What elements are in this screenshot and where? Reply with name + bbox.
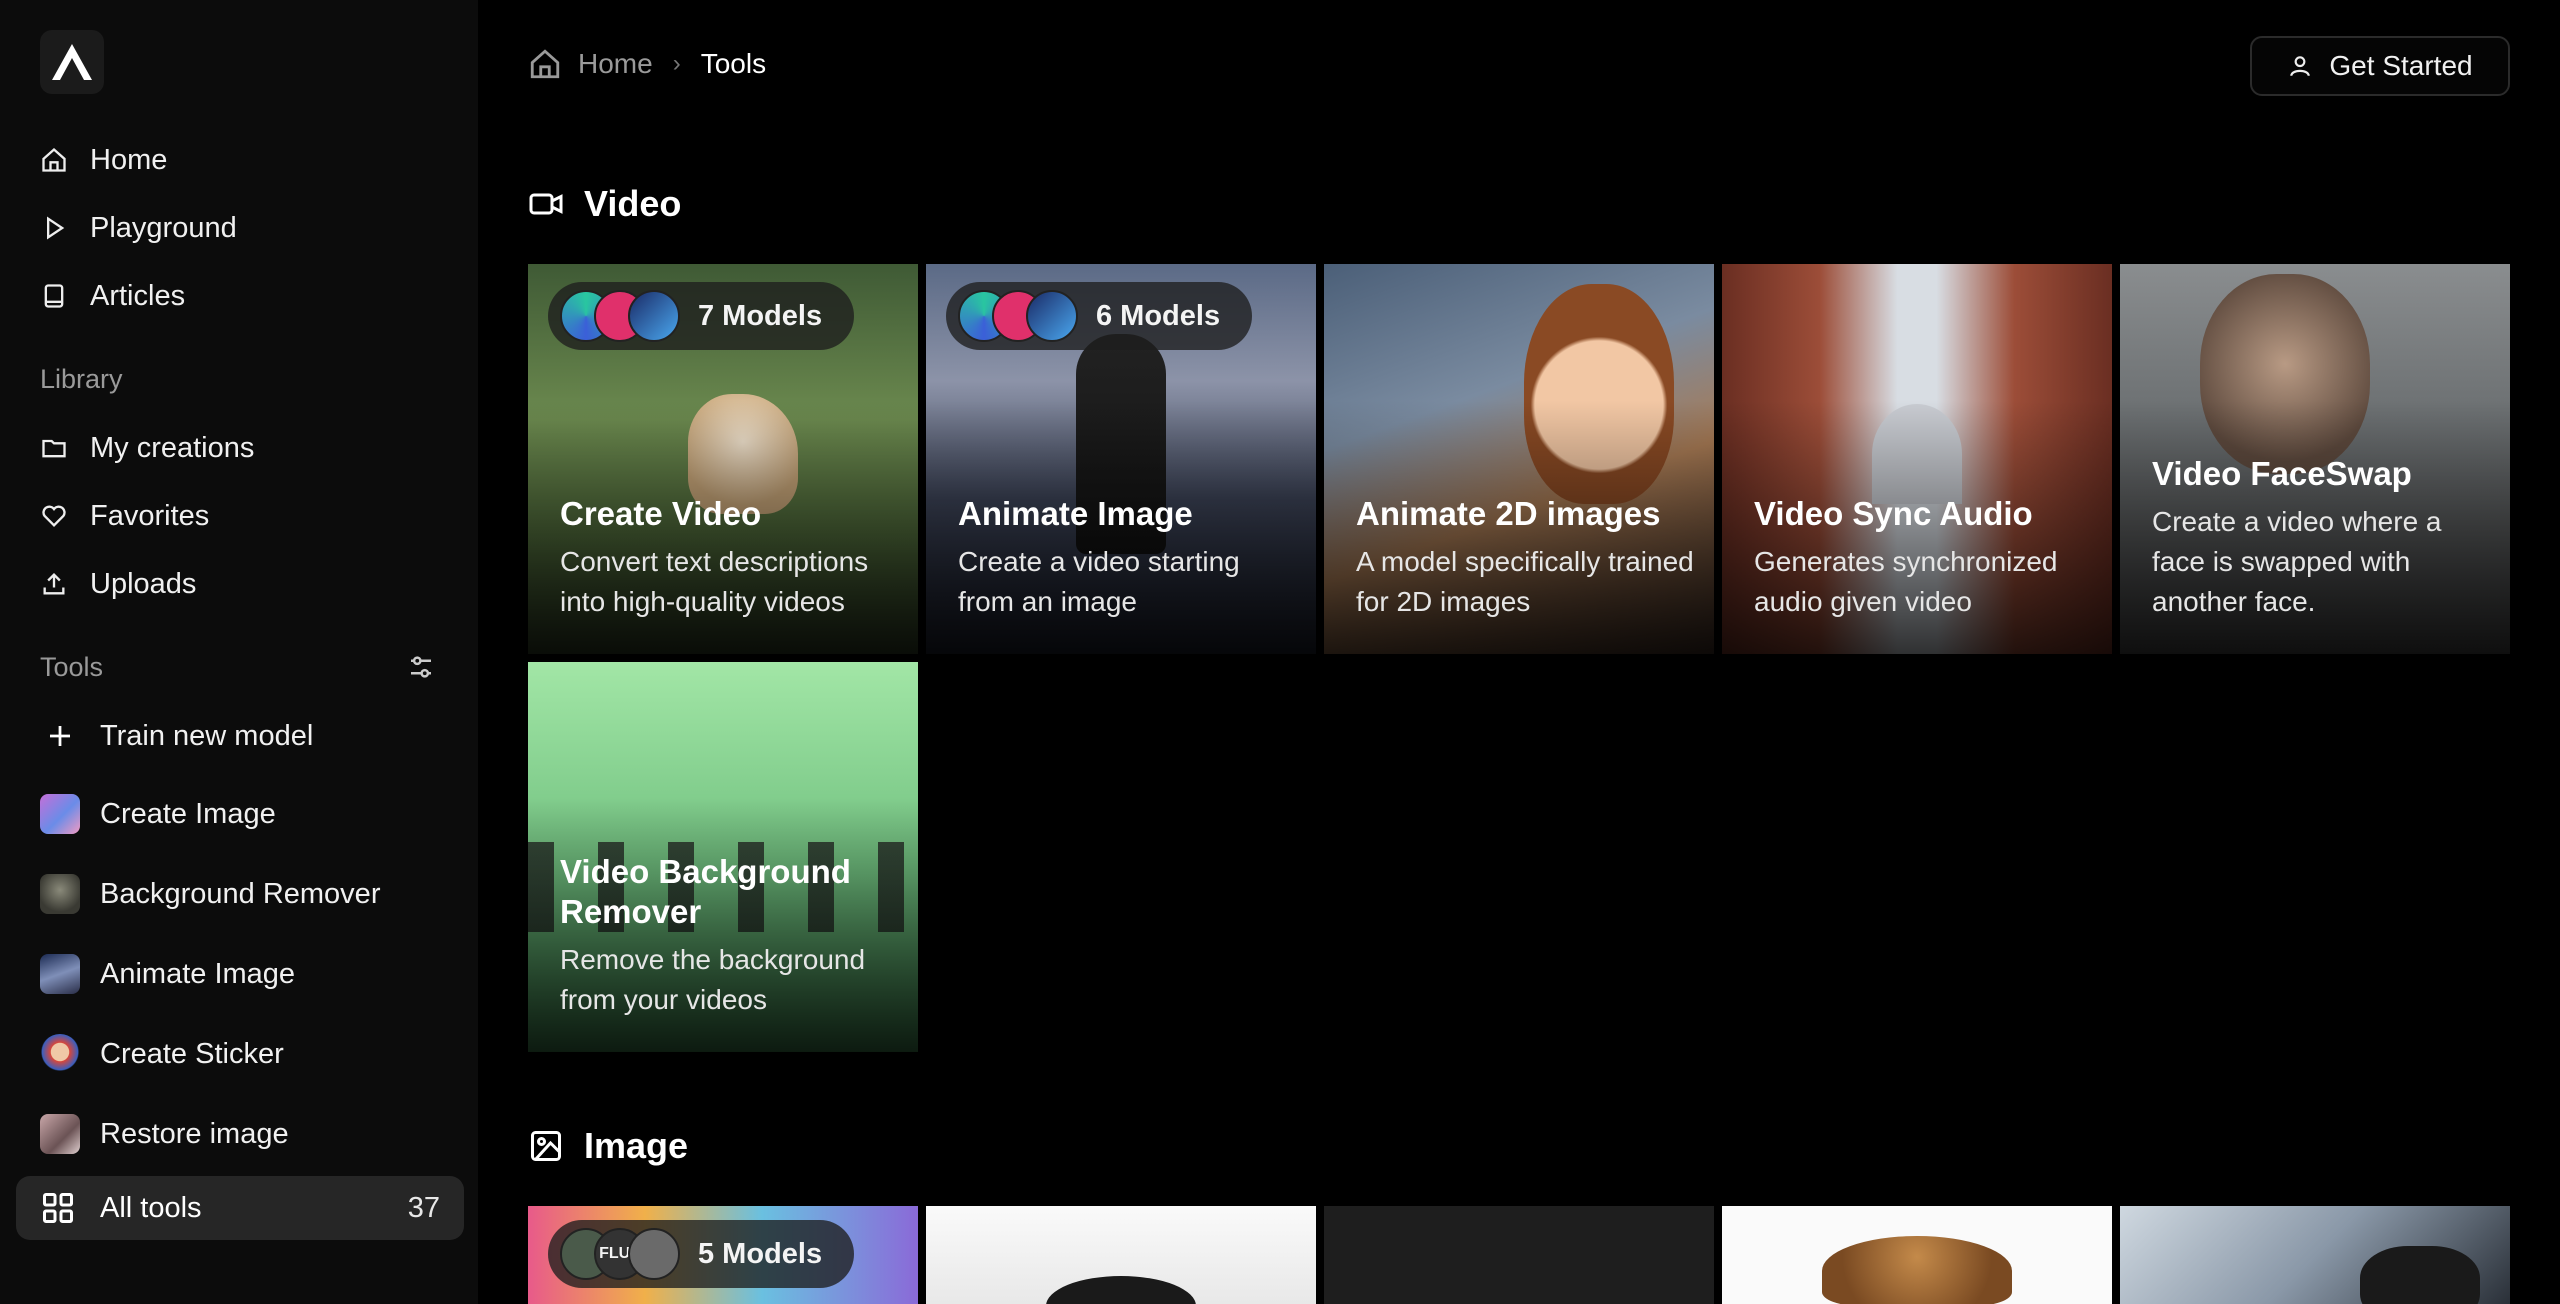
card-description: Create a video where a face is swapped w… [2152,506,2442,617]
logo-icon [52,44,92,80]
plus-icon [40,716,80,756]
tool-card-video-faceswap[interactable]: Video FaceSwap Create a video where a fa… [2120,264,2510,654]
tool-card-animate-2d-images[interactable]: Animate 2D images A model specifically t… [1324,264,1714,654]
sidebar-item-favorites[interactable]: Favorites [16,486,464,546]
models-badge[interactable]: FLUX 5 Models [548,1220,855,1288]
sidebar-item-articles[interactable]: Articles [16,266,464,326]
breadcrumb-current: Tools [700,48,767,79]
video-camera-icon [529,193,563,215]
sidebar-item-label: Favorites [90,499,210,532]
tool-card-image-2[interactable] [926,1206,1316,1304]
filter-icon[interactable] [406,652,436,682]
hat-illustration [1046,1276,1196,1304]
get-started-label: Get Started [2329,50,2473,81]
sidebar-item-uploads[interactable]: Uploads [16,554,464,614]
card-title: Video Background Remover [560,853,851,930]
models-badge[interactable]: 6 Models [946,282,1253,350]
tool-card-video-background-remover[interactable]: Video Background Remover Remove the back… [528,662,918,1052]
breadcrumb: Home › Tools [528,44,766,84]
models-count: 7 Models [698,299,823,332]
book-icon [44,284,64,308]
app-logo[interactable] [40,30,104,94]
image-section-title: Image [528,1122,688,1170]
card-description: A model specifically trained for 2D imag… [1356,546,1694,617]
models-count: 5 Models [698,1237,823,1270]
sidebar-item-all-tools[interactable]: All tools 37 [16,1176,464,1240]
card-description: Remove the background from your videos [560,944,866,1015]
tool-card-video-sync-audio[interactable]: Video Sync Audio Generates synchronized … [1722,264,2112,654]
card-description: Generates synchronized audio given video [1754,546,2058,617]
sidebar-item-label: Restore image [100,1117,289,1150]
sidebar-item-label: Playground [90,211,237,244]
tool-card-animate-image[interactable]: 6 Models Animate Image Create a video st… [926,264,1316,654]
heart-icon [42,505,66,527]
user-icon [2290,56,2311,77]
album-cover-illustration [2360,1246,2480,1304]
folder-icon [42,439,66,458]
card-description: Create a video starting from an image [958,546,1240,617]
card-title: Video Sync Audio [1754,495,2033,532]
model-avatar [1026,290,1078,342]
sidebar-item-label: Create Image [100,797,276,830]
section-title-text: Video [584,183,682,224]
sidebar-item-train-new-model[interactable]: Train new model [16,704,464,768]
sidebar-item-animate-image[interactable]: Animate Image [16,942,464,1006]
card-title: Create Video [560,495,762,532]
library-heading: Library [40,364,123,394]
sidebar-item-playground[interactable]: Playground [16,198,464,258]
card-title: Animate Image [958,495,1193,532]
tools-heading: Tools [40,652,104,682]
chevron-right-icon: › [672,50,681,77]
upload-icon [43,573,65,595]
sidebar-item-background-remover[interactable]: Background Remover [16,862,464,926]
all-tools-label: All tools [100,1191,202,1224]
home-icon[interactable] [528,47,562,81]
tool-card-image-5[interactable] [2120,1206,2510,1304]
tool-card-create-video[interactable]: 7 Models Create Video Convert text descr… [528,264,918,654]
get-started-button[interactable]: Get Started [2250,36,2510,96]
grid-icon [43,1193,73,1223]
restore-image-thumbnail [40,1114,80,1154]
card-description: Convert text descriptions into high-qual… [560,546,869,617]
play-icon [47,216,65,240]
model-avatar [628,1228,680,1280]
sidebar-item-label: Articles [90,279,186,312]
create-image-thumbnail [40,794,80,834]
image-icon [531,1131,561,1161]
card-title: Animate 2D images [1356,495,1661,532]
animate-image-thumbnail [40,954,80,994]
sidebar-item-home[interactable]: Home [16,130,464,190]
sidebar-item-create-image[interactable]: Create Image [16,782,464,846]
sidebar-item-label: Create Sticker [100,1037,284,1070]
tool-card-image-1[interactable]: FLUX 5 Models [528,1206,918,1304]
sidebar-item-label: Background Remover [100,877,381,910]
sidebar-item-restore-image[interactable]: Restore image [16,1102,464,1166]
sidebar-item-label: Train new model [100,719,314,752]
sidebar: Home Playground Articles Library My crea… [0,0,478,1304]
models-count: 6 Models [1096,299,1221,332]
section-title-text: Image [584,1125,689,1166]
video-section-title: Video [528,180,681,228]
sidebar-item-my-creations[interactable]: My creations [16,418,464,478]
breadcrumb-home-link[interactable]: Home [578,48,653,80]
sidebar-item-label: Home [90,143,168,176]
all-tools-count: 37 [407,1191,440,1224]
model-avatar [628,290,680,342]
cowboy-hat-illustration [1822,1236,2012,1304]
sidebar-item-label: My creations [90,431,255,464]
card-title: Video FaceSwap [2152,455,2412,492]
tool-card-image-4[interactable] [1722,1206,2112,1304]
home-icon [42,147,66,172]
tool-card-image-3[interactable] [1324,1206,1714,1304]
sidebar-item-label: Uploads [90,567,197,600]
create-sticker-thumbnail [40,1034,80,1074]
background-remover-thumbnail [40,874,80,914]
sidebar-item-create-sticker[interactable]: Create Sticker [16,1022,464,1086]
sidebar-item-label: Animate Image [100,957,296,990]
models-badge[interactable]: 7 Models [548,282,855,350]
